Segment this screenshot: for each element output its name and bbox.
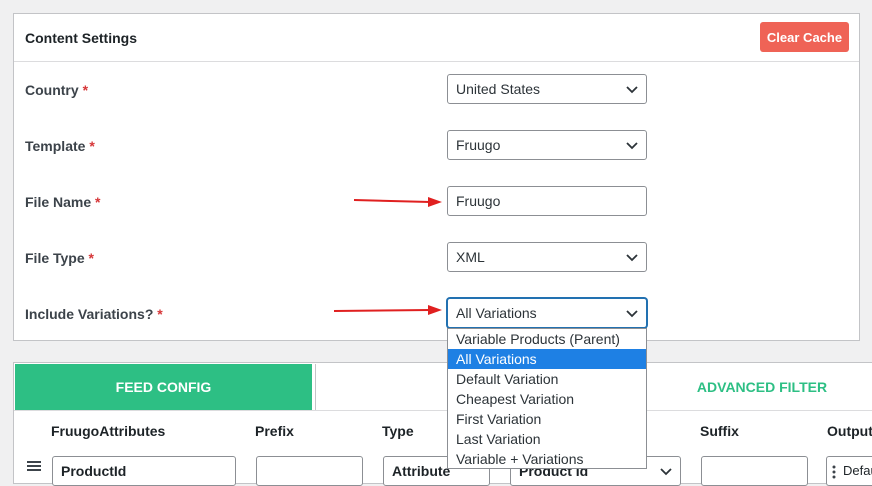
template-select[interactable]: Fruugo [447,130,647,160]
dropdown-option[interactable]: Cheapest Variation [448,389,646,409]
file-type-label: File Type * [25,250,94,266]
chevron-down-icon [626,86,638,94]
red-arrow-icon [333,305,442,315]
tabs-divider [14,410,872,411]
chevron-down-icon [626,142,638,150]
country-select[interactable]: United States [447,74,647,104]
file-name-label: File Name * [25,194,101,210]
chevron-down-icon [626,254,638,262]
red-arrow-icon [353,197,442,207]
feed-config-panel: FEED CONFIG F ADVANCED FILTER FruugoAttr… [13,362,872,486]
attribute-input[interactable]: ProductId [52,456,236,486]
dropdown-option[interactable]: Variable Products (Parent) [448,329,646,349]
required-mark: * [95,194,101,210]
required-mark: * [88,250,94,266]
header-type: Type [382,423,414,439]
chevron-down-icon [660,468,672,476]
header-prefix: Prefix [255,423,294,439]
header-output: Output [827,423,872,439]
tab-feed-config[interactable]: FEED CONFIG [15,364,312,410]
variations-dropdown-list: Variable Products (Parent) All Variation… [447,328,647,469]
file-type-select[interactable]: XML [447,242,647,272]
dropdown-option[interactable]: Last Variation [448,429,646,449]
clear-cache-button[interactable]: Clear Cache [760,22,849,52]
prefix-input[interactable] [256,456,363,486]
file-name-input[interactable]: Fruugo [447,186,647,216]
panel-title: Content Settings [25,30,137,46]
dropdown-option[interactable]: First Variation [448,409,646,429]
chevron-down-icon [626,310,638,318]
country-label: Country * [25,82,89,98]
template-label: Template * [25,138,95,154]
content-settings-panel: Content Settings Clear Cache Country * U… [13,13,860,341]
header-attributes: FruugoAttributes [51,423,166,439]
include-variations-select[interactable]: All Variations [447,298,647,328]
tab-advanced-filter[interactable]: ADVANCED FILTER [611,364,872,410]
include-variations-label: Include Variations? * [25,306,163,322]
vertical-dots-icon [832,465,836,479]
output-select[interactable]: Defau [826,456,872,486]
dropdown-option-selected[interactable]: All Variations [448,349,646,369]
dropdown-option[interactable]: Default Variation [448,369,646,389]
panel-header: Content Settings Clear Cache [14,14,859,62]
drag-handle-icon[interactable] [27,461,41,471]
header-suffix: Suffix [700,423,739,439]
suffix-input[interactable] [701,456,808,486]
required-mark: * [82,82,89,98]
required-mark: * [157,306,163,322]
dropdown-option[interactable]: Variable + Variations [448,449,646,469]
required-mark: * [89,138,95,154]
